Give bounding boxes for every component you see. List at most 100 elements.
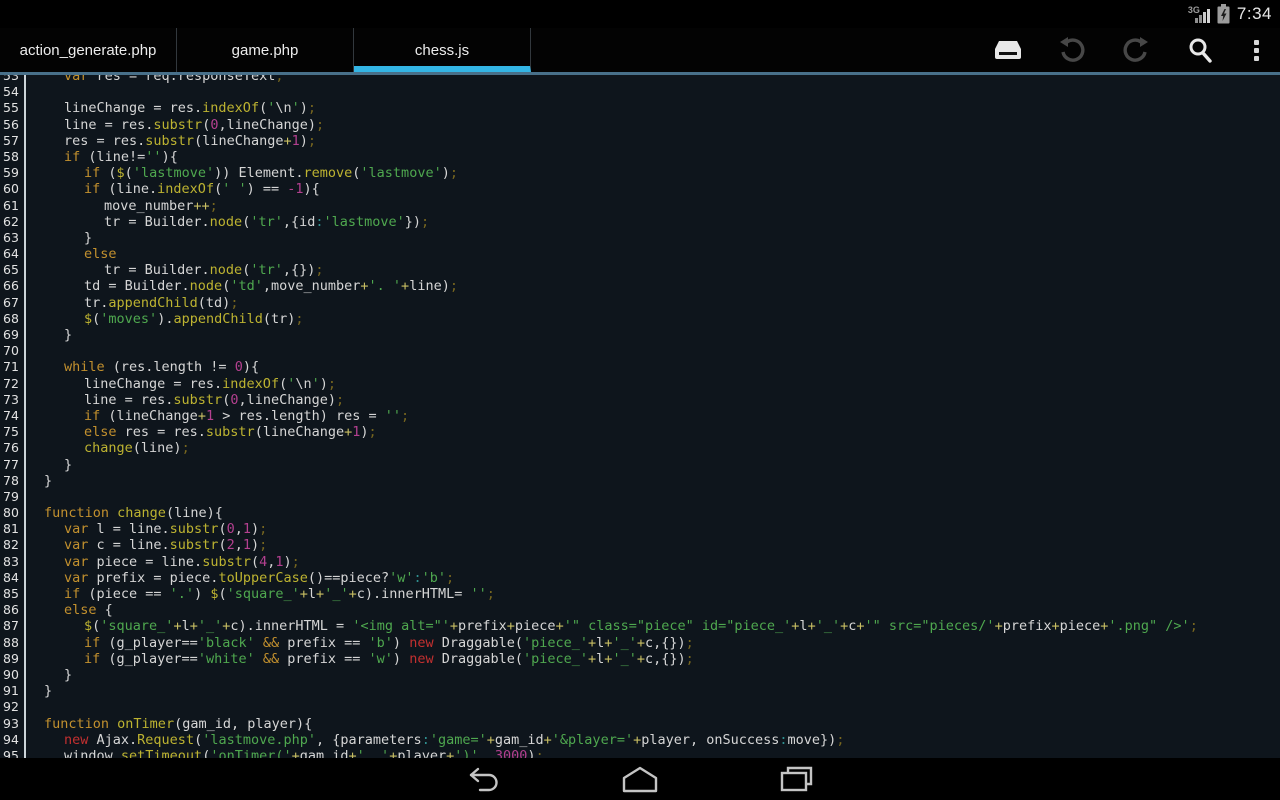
code-line: 74if (lineChange+1 > res.length) res = '… [0, 408, 1280, 424]
code-line: 69} [0, 327, 1280, 343]
back-icon [466, 765, 502, 793]
line-number: 79 [0, 489, 26, 505]
code-line: 71while (res.length != 0){ [0, 359, 1280, 375]
code-line: 62tr = Builder.node('tr',{id:'lastmove'}… [0, 214, 1280, 230]
status-bar: 3G 7:34 [0, 0, 1280, 28]
code-line: 83var piece = line.substr(4,1); [0, 554, 1280, 570]
code-line: 77} [0, 457, 1280, 473]
code-line: 88if (g_player=='black' && prefix == 'b'… [0, 635, 1280, 651]
line-number: 94 [0, 732, 26, 748]
signal-bars [1195, 9, 1210, 23]
line-number: 85 [0, 586, 26, 602]
code-lines: 53var res = req.responseText;5455lineCha… [0, 75, 1280, 758]
line-number: 87 [0, 618, 26, 634]
home-button[interactable] [608, 762, 672, 796]
code-line: 81var l = line.substr(0,1); [0, 521, 1280, 537]
action-buttons [976, 28, 1280, 72]
save-icon [991, 39, 1025, 61]
line-number: 86 [0, 602, 26, 618]
line-number: 54 [0, 84, 26, 100]
line-number: 56 [0, 117, 26, 133]
code-line: 70 [0, 343, 1280, 359]
code-line: 85if (piece == '.') $('square_'+l+'_'+c)… [0, 586, 1280, 602]
undo-button[interactable] [1040, 28, 1104, 72]
line-number: 88 [0, 635, 26, 651]
code-line: 59if ($('lastmove')) Element.remove('las… [0, 165, 1280, 181]
code-line: 90} [0, 667, 1280, 683]
line-number: 91 [0, 683, 26, 699]
code-line: 80function change(line){ [0, 505, 1280, 521]
line-number: 81 [0, 521, 26, 537]
line-number: 77 [0, 457, 26, 473]
line-number: 71 [0, 359, 26, 375]
tablet-screen: 3G 7:34 action_generate.php game.php che… [0, 0, 1280, 800]
line-number: 62 [0, 214, 26, 230]
back-button[interactable] [452, 762, 516, 796]
code-line: 87$('square_'+l+'_'+c).innerHTML = '<img… [0, 618, 1280, 634]
line-number: 68 [0, 311, 26, 327]
overflow-menu-icon [1254, 40, 1259, 61]
recents-icon [778, 765, 814, 793]
redo-button[interactable] [1104, 28, 1168, 72]
code-line: 91} [0, 683, 1280, 699]
line-number: 75 [0, 424, 26, 440]
clock: 7:34 [1237, 4, 1272, 24]
search-icon [1186, 36, 1214, 64]
line-number: 84 [0, 570, 26, 586]
line-number: 80 [0, 505, 26, 521]
line-number: 63 [0, 230, 26, 246]
overflow-menu-button[interactable] [1232, 28, 1280, 72]
line-number: 53 [0, 75, 26, 84]
line-number: 65 [0, 262, 26, 278]
line-number: 90 [0, 667, 26, 683]
line-number: 93 [0, 716, 26, 732]
line-number: 55 [0, 100, 26, 116]
line-number: 89 [0, 651, 26, 667]
line-number: 73 [0, 392, 26, 408]
navigation-bar [0, 758, 1280, 800]
line-number: 59 [0, 165, 26, 181]
line-number: 78 [0, 473, 26, 489]
code-line: 79 [0, 489, 1280, 505]
undo-icon [1058, 36, 1086, 64]
code-line: 95window.setTimeout('onTimer('+gam_id+',… [0, 748, 1280, 758]
code-line: 53var res = req.responseText; [0, 75, 1280, 84]
code-line: 89if (g_player=='white' && prefix == 'w'… [0, 651, 1280, 667]
code-line: 57res = res.substr(lineChange+1); [0, 133, 1280, 149]
save-button[interactable] [976, 28, 1040, 72]
code-line: 72lineChange = res.indexOf('\n'); [0, 376, 1280, 392]
line-number: 64 [0, 246, 26, 262]
tab-chess-js[interactable]: chess.js [354, 28, 531, 72]
line-number: 57 [0, 133, 26, 149]
code-line: 73line = res.substr(0,lineChange); [0, 392, 1280, 408]
code-editor[interactable]: 53var res = req.responseText;5455lineCha… [0, 75, 1280, 758]
search-button[interactable] [1168, 28, 1232, 72]
code-line: 65tr = Builder.node('tr',{}); [0, 262, 1280, 278]
tab-action-generate-php[interactable]: action_generate.php [0, 28, 177, 72]
battery-charging-icon [1217, 4, 1230, 24]
line-number: 95 [0, 748, 26, 758]
line-number: 66 [0, 278, 26, 294]
code-line: 58if (line!=''){ [0, 149, 1280, 165]
code-line: 66td = Builder.node('td',move_number+'. … [0, 278, 1280, 294]
code-line: 64else [0, 246, 1280, 262]
line-number: 61 [0, 198, 26, 214]
line-number: 83 [0, 554, 26, 570]
recents-button[interactable] [764, 762, 828, 796]
tab-game-php[interactable]: game.php [177, 28, 354, 72]
code-line: 61move_number++; [0, 198, 1280, 214]
line-number: 76 [0, 440, 26, 456]
line-number: 82 [0, 537, 26, 553]
line-number: 58 [0, 149, 26, 165]
code-line: 82var c = line.substr(2,1); [0, 537, 1280, 553]
code-line: 92 [0, 699, 1280, 715]
code-line: 75else res = res.substr(lineChange+1); [0, 424, 1280, 440]
code-line: 60if (line.indexOf(' ') == -1){ [0, 181, 1280, 197]
code-line: 63} [0, 230, 1280, 246]
code-line: 76change(line); [0, 440, 1280, 456]
code-line: 78} [0, 473, 1280, 489]
code-line: 93function onTimer(gam_id, player){ [0, 716, 1280, 732]
line-number: 74 [0, 408, 26, 424]
code-line: 67tr.appendChild(td); [0, 295, 1280, 311]
code-line: 56line = res.substr(0,lineChange); [0, 117, 1280, 133]
